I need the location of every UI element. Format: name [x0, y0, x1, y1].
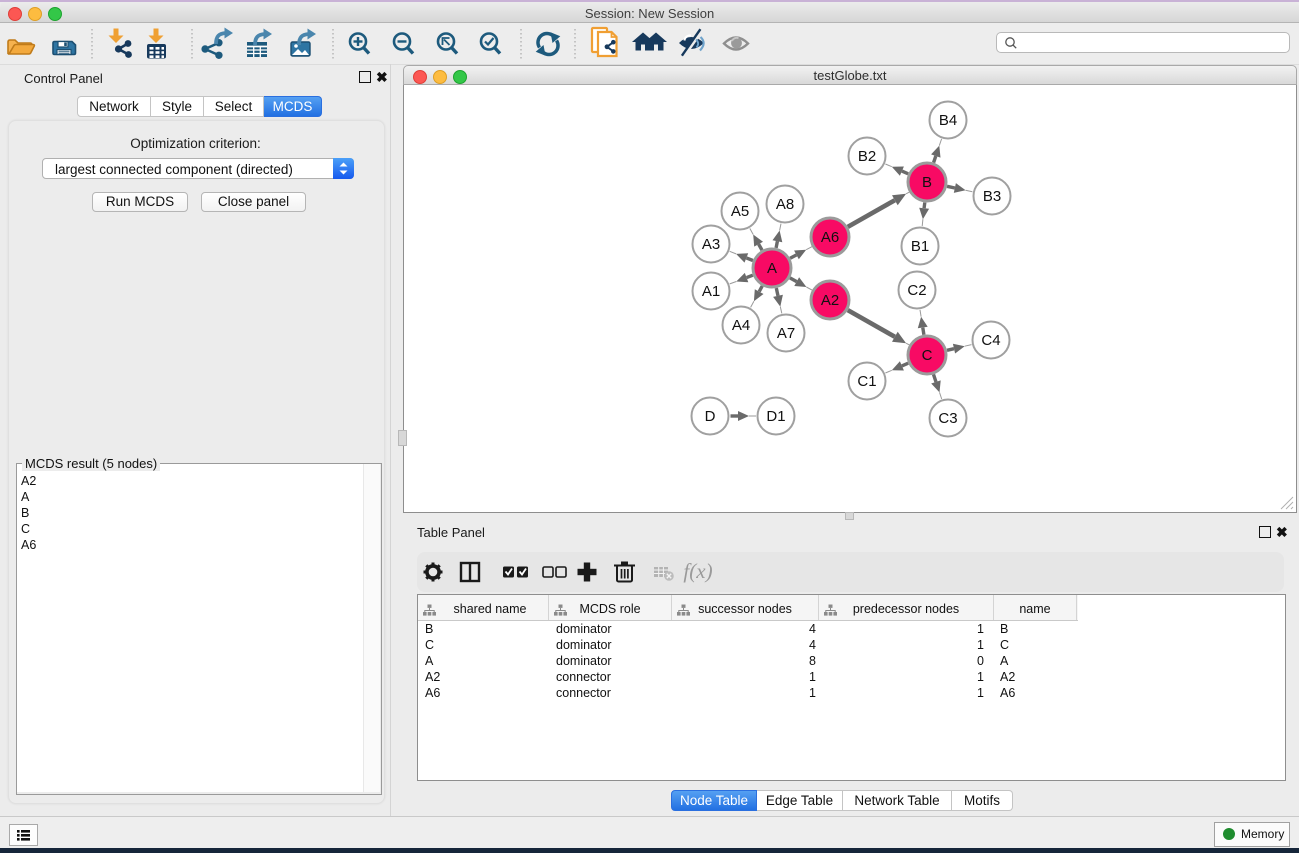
svg-text:f(x): f(x) — [683, 559, 712, 583]
svg-text:B1: B1 — [911, 238, 929, 255]
svg-text:C1: C1 — [857, 373, 876, 390]
svg-text:A6: A6 — [821, 229, 839, 246]
svg-text:C: C — [922, 347, 933, 364]
svg-text:D1: D1 — [766, 408, 785, 425]
svg-text:A5: A5 — [731, 203, 749, 220]
svg-text:B2: B2 — [858, 148, 876, 165]
svg-text:C2: C2 — [907, 282, 926, 299]
svg-text:B: B — [922, 174, 932, 191]
svg-text:A8: A8 — [776, 196, 794, 213]
svg-text:A3: A3 — [702, 236, 720, 253]
svg-text:A2: A2 — [821, 292, 839, 309]
svg-text:B4: B4 — [939, 112, 957, 129]
svg-text:B3: B3 — [983, 188, 1001, 205]
svg-text:C3: C3 — [938, 410, 957, 427]
svg-text:A4: A4 — [732, 317, 750, 334]
svg-text:C4: C4 — [981, 332, 1000, 349]
svg-text:D: D — [705, 408, 716, 425]
svg-text:A1: A1 — [702, 283, 720, 300]
svg-text:A: A — [767, 260, 777, 277]
svg-text:A7: A7 — [777, 325, 795, 342]
